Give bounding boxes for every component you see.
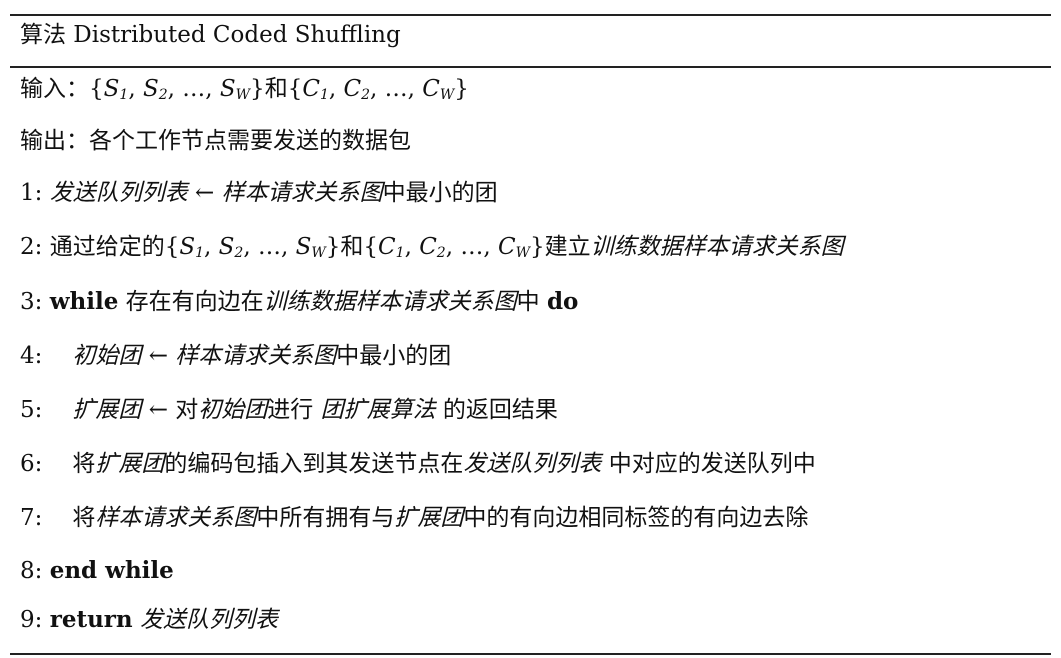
- step-7: 7: 将样本请求关系图中所有拥有与扩展团中的有向边相同标签的有向边去除: [20, 505, 809, 531]
- step-1: 1: 发送队列列表 ← 样本请求关系图中最小的团: [20, 180, 498, 206]
- input-label: 输入：: [20, 76, 89, 102]
- keyword-end-while: end while: [49, 557, 174, 584]
- keyword-do: do: [546, 288, 579, 315]
- top-rule: [10, 14, 1051, 16]
- step-5: 5: 扩展团 ← 对初始团进行 团扩展算法 的返回结果: [20, 397, 558, 423]
- set-s: {S1, S2, …, SW}: [89, 76, 265, 103]
- and-text: 和: [264, 76, 288, 102]
- input-line: 输入：{S1, S2, …, SW}和{C1, C2, …, CW}: [20, 74, 469, 110]
- step-6: 6: 将扩展团的编码包插入到其发送节点在发送队列列表 中对应的发送队列中: [20, 451, 816, 477]
- keyword-while: while: [49, 288, 119, 315]
- keyword-return: return: [49, 606, 133, 633]
- step-9: 9: return 发送队列列表: [20, 606, 278, 633]
- output-line: 输出：各个工作节点需要发送的数据包: [20, 128, 411, 154]
- step-8: 8: end while: [20, 557, 174, 584]
- step-3: 3: while 存在有向边在训练数据样本请求关系图中 do: [20, 288, 579, 315]
- step-2: 2: 通过给定的{S1, S2, …, SW}和{C1, C2, …, CW}建…: [20, 234, 844, 261]
- set-s-2: {S1, S2, …, SW}: [164, 234, 341, 261]
- header-rule: [10, 66, 1051, 68]
- set-c-2: {C1, C2, …, CW}: [363, 234, 545, 261]
- bottom-rule: [10, 653, 1051, 655]
- algorithm-title: 算法 Distributed Coded Shuffling: [20, 22, 401, 48]
- step-4: 4: 初始团 ← 样本请求关系图中最小的团: [20, 343, 452, 369]
- set-c: {C1, C2, …, CW}: [287, 76, 469, 103]
